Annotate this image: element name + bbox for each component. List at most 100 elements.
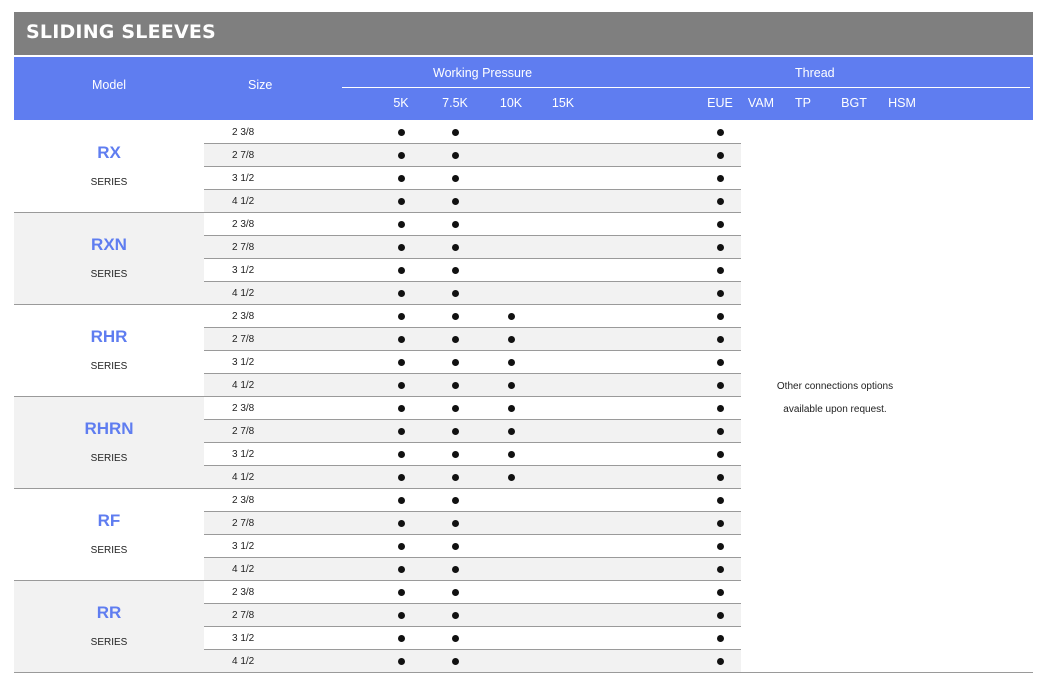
availability-dot [507, 359, 515, 366]
availability-dot [716, 336, 724, 343]
availability-dot [716, 658, 724, 665]
availability-dot [397, 405, 405, 412]
availability-dot [507, 313, 515, 320]
size-cell: 3 1/2 [232, 173, 255, 184]
row-divider [204, 626, 741, 627]
header-col-tp: TP [795, 96, 811, 110]
series-label: SERIES [90, 177, 128, 188]
size-cell: 2 7/8 [232, 426, 255, 437]
series-name: RHR [90, 327, 128, 346]
header-divider [342, 87, 1030, 88]
row-divider [204, 258, 741, 259]
size-cell: 3 1/2 [232, 449, 255, 460]
availability-dot [451, 198, 459, 205]
availability-dot [397, 635, 405, 642]
availability-dot [451, 221, 459, 228]
availability-dot [397, 520, 405, 527]
availability-dot [451, 405, 459, 412]
size-cell: 2 7/8 [232, 334, 255, 345]
availability-dot [716, 520, 724, 527]
size-cell: 2 7/8 [232, 150, 255, 161]
series-label: SERIES [90, 545, 128, 556]
size-cell: 4 1/2 [232, 288, 255, 299]
availability-dot [716, 267, 724, 274]
size-cell: 3 1/2 [232, 265, 255, 276]
availability-dot [716, 175, 724, 182]
availability-dot [716, 566, 724, 573]
availability-dot [716, 451, 724, 458]
availability-dot [716, 612, 724, 619]
availability-dot [397, 198, 405, 205]
table-bottom-border [14, 672, 1033, 673]
availability-dot [397, 129, 405, 136]
availability-dot [397, 175, 405, 182]
series-cell-bg [14, 489, 204, 581]
header-thread: Thread [795, 66, 835, 80]
row-divider [204, 442, 741, 443]
availability-dot [451, 359, 459, 366]
availability-dot [716, 382, 724, 389]
row-stripe [204, 558, 741, 581]
availability-dot [397, 543, 405, 550]
row-stripe [204, 190, 741, 213]
availability-dot [716, 405, 724, 412]
availability-dot [397, 267, 405, 274]
row-stripe [204, 512, 741, 535]
series-cell-bg [14, 581, 204, 673]
availability-dot [716, 589, 724, 596]
series-cell-bg [14, 305, 204, 397]
availability-dot [451, 497, 459, 504]
size-cell: 3 1/2 [232, 541, 255, 552]
availability-dot [451, 589, 459, 596]
availability-dot [451, 428, 459, 435]
availability-dot [397, 382, 405, 389]
row-stripe [204, 328, 741, 351]
availability-dot [397, 359, 405, 366]
size-cell: 4 1/2 [232, 380, 255, 391]
series-name: RF [97, 511, 121, 530]
availability-dot [716, 152, 724, 159]
availability-dot [507, 382, 515, 389]
series-label: SERIES [90, 269, 128, 280]
size-cell: 3 1/2 [232, 633, 255, 644]
availability-dot [451, 520, 459, 527]
series-name: RHRN [84, 419, 134, 438]
availability-dot [397, 244, 405, 251]
availability-dot [716, 635, 724, 642]
series-cell-bg [14, 397, 204, 489]
availability-dot [716, 428, 724, 435]
note-line-2: available upon request. [783, 404, 887, 415]
row-stripe [204, 650, 741, 673]
header-model: Model [92, 78, 127, 92]
header-col-15k: 15K [551, 96, 575, 110]
availability-dot [451, 244, 459, 251]
header-col-5k: 5K [393, 96, 409, 110]
availability-dot [716, 129, 724, 136]
note-line-1: Other connections options [776, 381, 894, 392]
availability-dot [716, 198, 724, 205]
availability-dot [507, 428, 515, 435]
availability-dot [397, 313, 405, 320]
availability-dot [451, 612, 459, 619]
availability-dot [397, 566, 405, 573]
header-col-bgt: BGT [841, 96, 867, 110]
availability-dot [451, 382, 459, 389]
availability-dot [716, 244, 724, 251]
size-cell: 2 3/8 [232, 219, 255, 230]
size-cell: 2 3/8 [232, 403, 255, 414]
title-bar: SLIDING SLEEVES [14, 12, 1033, 55]
row-stripe [204, 144, 741, 167]
size-cell: 2 7/8 [232, 242, 255, 253]
availability-dot [451, 451, 459, 458]
size-cell: 2 7/8 [232, 518, 255, 529]
availability-dot [716, 290, 724, 297]
availability-dot [451, 566, 459, 573]
size-cell: 4 1/2 [232, 564, 255, 575]
availability-dot [716, 497, 724, 504]
availability-dot [397, 658, 405, 665]
size-cell: 2 7/8 [232, 610, 255, 621]
availability-dot [507, 474, 515, 481]
row-stripe [204, 420, 741, 443]
series-name: RXN [91, 235, 127, 254]
availability-dot [397, 589, 405, 596]
